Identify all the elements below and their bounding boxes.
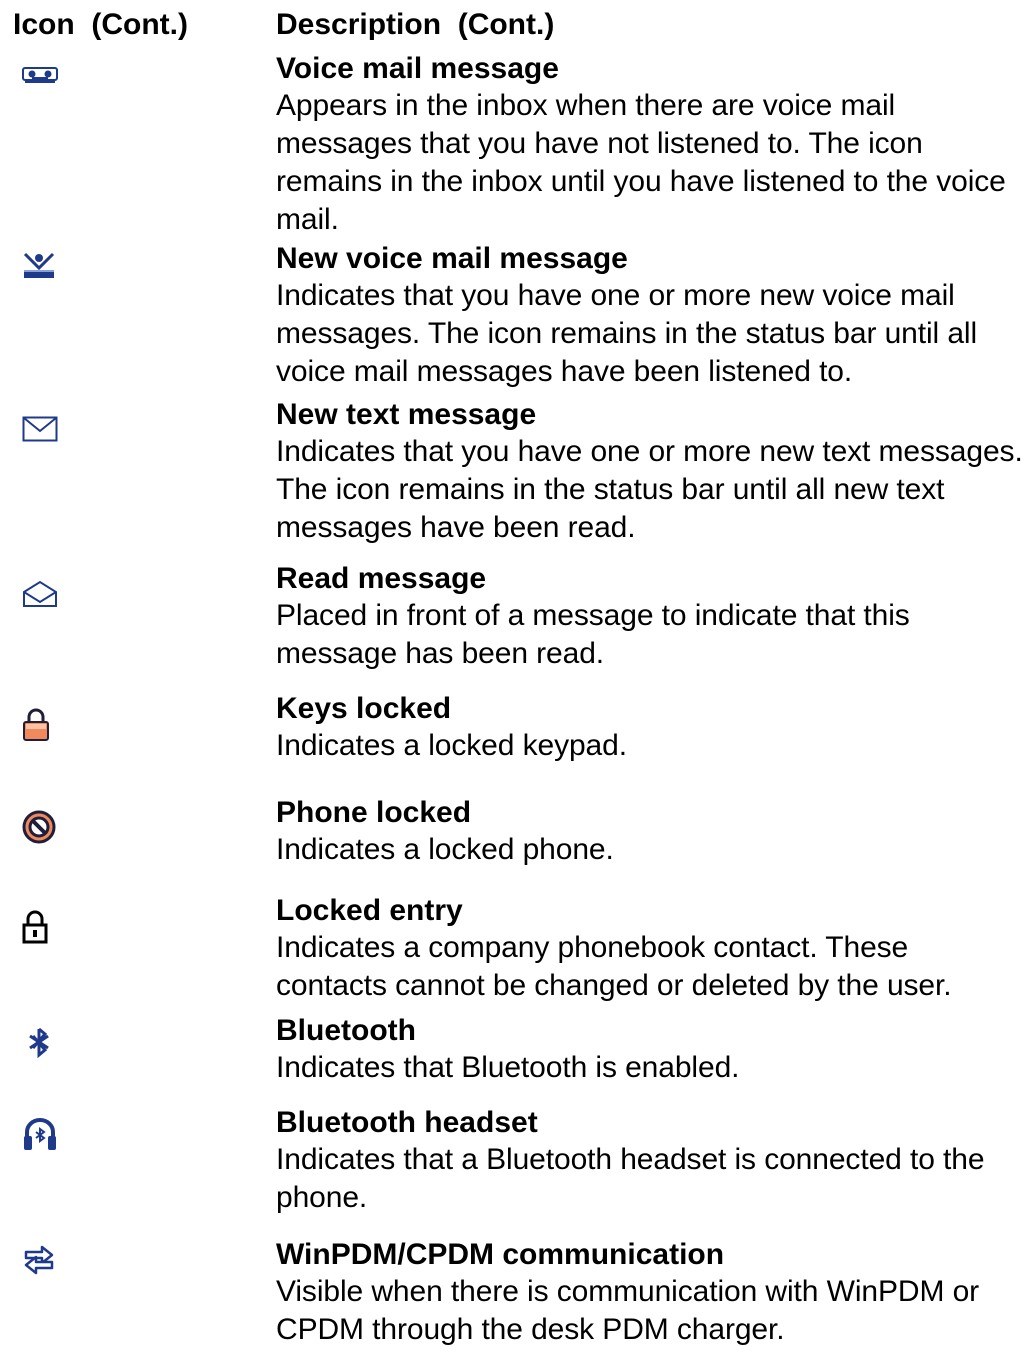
row-description: Indicates that a Bluetooth headset is co… bbox=[276, 1143, 985, 1214]
row-title: Keys locked bbox=[276, 692, 452, 725]
lock-outline-icon bbox=[22, 910, 62, 950]
new-voicemail-icon bbox=[22, 250, 62, 290]
icon-reference-page: Icon (Cont.) Description (Cont.) Voice m… bbox=[0, 0, 1035, 1352]
bluetooth-headset-icon bbox=[22, 1118, 62, 1158]
pdm-communication-icon bbox=[22, 1242, 62, 1282]
row-description: Indicates a locked keypad. bbox=[276, 729, 627, 762]
padlock-icon bbox=[22, 708, 62, 748]
row-title: Phone locked bbox=[276, 796, 472, 829]
voicemail-message-icon bbox=[22, 64, 62, 104]
row-title: Read message bbox=[276, 562, 487, 595]
row-description: Indicates that you have one or more new … bbox=[276, 279, 978, 388]
prohibited-icon bbox=[22, 810, 62, 850]
open-envelope-icon bbox=[22, 580, 62, 620]
row-description: Indicates that you have one or more new … bbox=[276, 435, 1023, 544]
row-description: Placed in front of a message to indicate… bbox=[276, 599, 910, 670]
row-description: Indicates a company phonebook contact. T… bbox=[276, 931, 952, 1002]
row-title: Bluetooth bbox=[276, 1014, 416, 1047]
envelope-icon bbox=[22, 416, 62, 456]
row-description: Visible when there is communication with… bbox=[276, 1275, 980, 1346]
row-description: Appears in the inbox when there are voic… bbox=[276, 89, 1006, 236]
row-title: New text message bbox=[276, 398, 537, 431]
icon-column-heading: Icon (Cont.) bbox=[13, 8, 188, 41]
row-title: Locked entry bbox=[276, 894, 463, 927]
bluetooth-icon bbox=[22, 1026, 62, 1066]
row-title: WinPDM/CPDM communication bbox=[276, 1238, 725, 1271]
row-description: Indicates a locked phone. bbox=[276, 833, 614, 866]
row-title: New voice mail message bbox=[276, 242, 628, 275]
row-description: Indicates that Bluetooth is enabled. bbox=[276, 1051, 740, 1084]
description-column-heading: Description (Cont.) bbox=[276, 8, 555, 41]
row-title: Bluetooth headset bbox=[276, 1106, 538, 1139]
table-header: Icon (Cont.) Description (Cont.) bbox=[0, 6, 1035, 46]
row-title: Voice mail message bbox=[276, 52, 559, 85]
